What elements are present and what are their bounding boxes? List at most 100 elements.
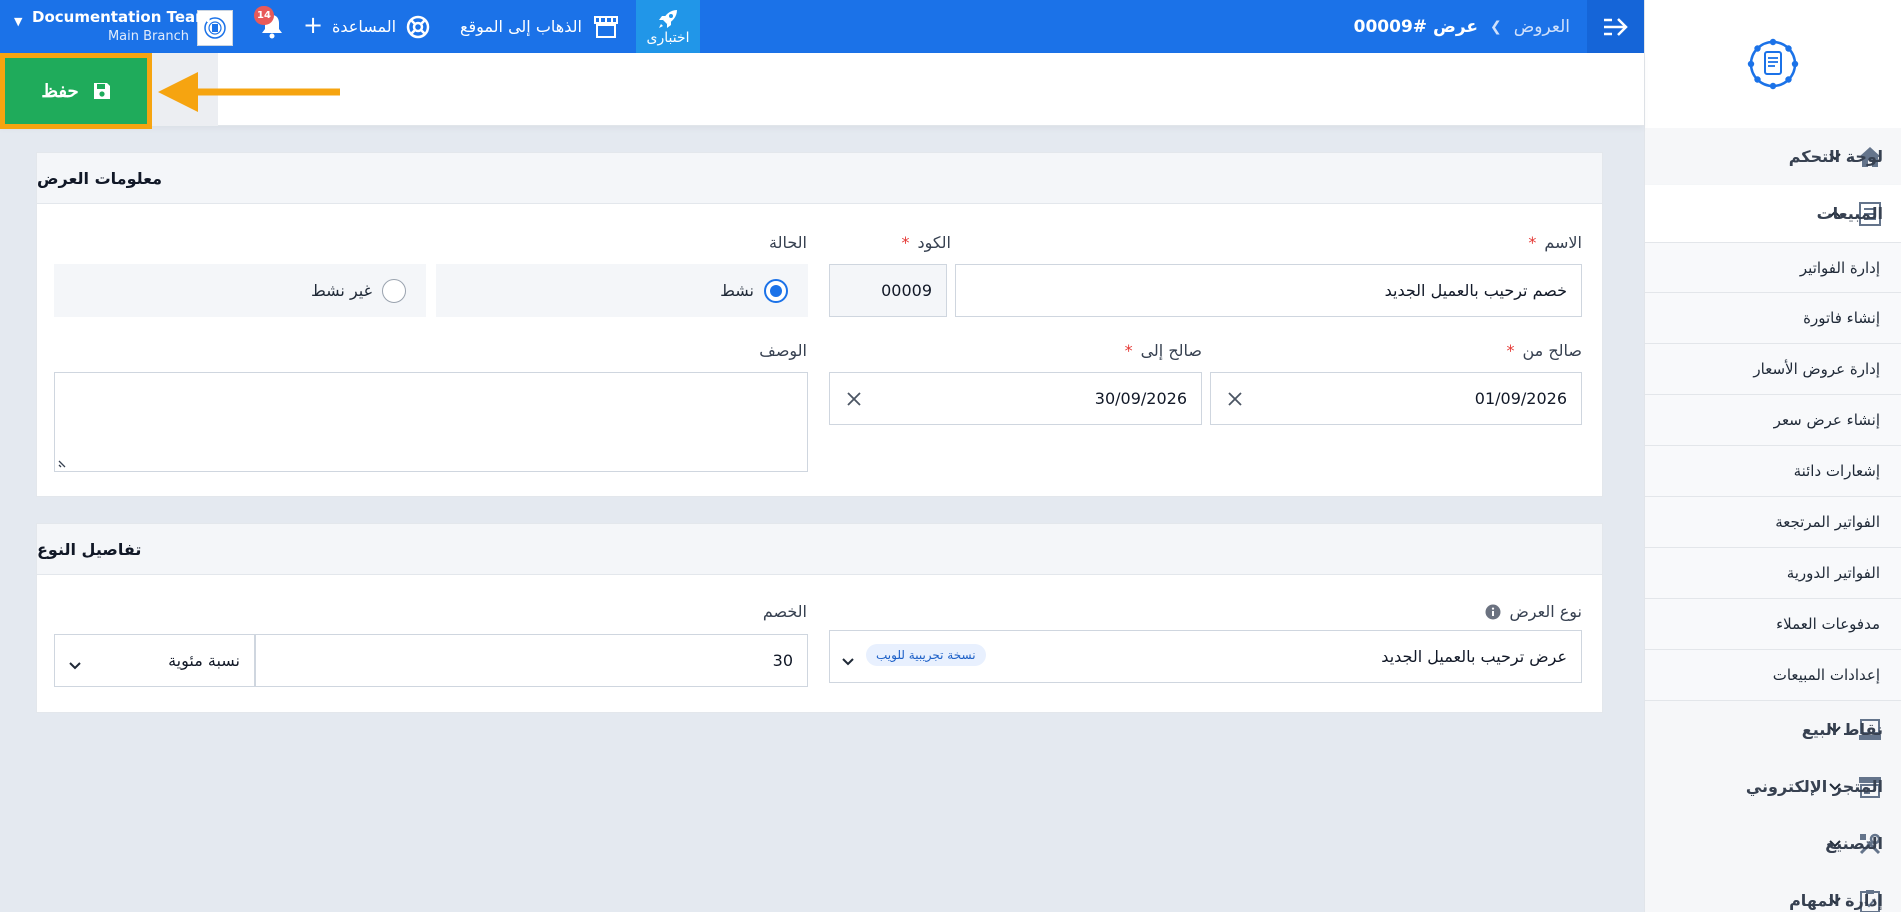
- breadcrumb: العروض ❯ عرض #00009: [1354, 0, 1570, 53]
- caret-down-icon: ▼: [14, 15, 23, 28]
- goto-site-label: الذهاب إلى الموقع: [460, 17, 582, 36]
- radio-checked-icon[interactable]: [764, 278, 788, 303]
- discount-value: 30: [772, 651, 793, 670]
- valid-from-label: صالح من *: [1507, 341, 1583, 360]
- top-bar: العروض ❯ عرض #00009 اختبارى الذهاب إلى ا…: [0, 0, 1644, 53]
- code-value: 00009: [881, 281, 932, 300]
- sidebar-item-label: لوحة التحكم: [1788, 147, 1883, 166]
- sidebar-item-sales[interactable]: المبيعات: [1645, 185, 1901, 242]
- chevron-left-icon: ❯: [1490, 18, 1502, 35]
- branch-name: Main Branch: [107, 29, 189, 44]
- status-active-option[interactable]: نشط: [436, 264, 808, 317]
- sidebar-item-label: التصنيع: [1825, 834, 1883, 853]
- sidebar-subitem-sales-settings[interactable]: إعدادات المبيعات: [1645, 650, 1901, 701]
- trial-button[interactable]: اختبارى: [636, 0, 700, 53]
- help-label: المساعدة: [332, 17, 397, 36]
- valid-from-input[interactable]: 01/09/2026: [1210, 372, 1582, 425]
- arrow-left-icon: [158, 72, 340, 112]
- notifications-badge: 14: [254, 6, 274, 25]
- sidebar-subitem-returned-invoices[interactable]: الفواتير المرتجعة: [1645, 497, 1901, 548]
- sidebar-subitem-create-invoice[interactable]: إنشاء فاتورة: [1645, 293, 1901, 344]
- required-asterisk: *: [1528, 233, 1537, 252]
- description-textarea[interactable]: [54, 372, 808, 472]
- lifebuoy-icon: [406, 15, 430, 39]
- save-label: حفظ: [41, 80, 79, 101]
- status-active-label: نشط: [720, 281, 754, 300]
- clear-icon[interactable]: [844, 389, 864, 409]
- account-name: Documentation Team: [32, 8, 211, 26]
- save-button[interactable]: حفظ: [0, 53, 152, 129]
- sidebar-subitem-manage-quotes[interactable]: إدارة عروض الأسعار: [1645, 344, 1901, 395]
- sidebar: لوحة التحكم المبيعات إدارة الفواتير إنشا…: [1644, 0, 1901, 912]
- offer-type-label-text: نوع العرض: [1509, 602, 1582, 621]
- toggle-sidebar-button[interactable]: [1587, 0, 1644, 53]
- plus-icon[interactable]: +: [303, 13, 323, 37]
- goto-site-link[interactable]: الذهاب إلى الموقع: [460, 0, 618, 53]
- discount-input[interactable]: 30: [255, 634, 808, 687]
- required-asterisk: *: [901, 233, 910, 252]
- valid-to-label: صالح إلى *: [1125, 341, 1202, 360]
- offer-type-label: نوع العرض: [1485, 602, 1582, 621]
- valid-to-value: 30/09/2026: [1094, 389, 1187, 408]
- account-switcher[interactable]: ▼ Documentation Team Main Branch: [14, 6, 211, 46]
- store-icon: [593, 15, 618, 38]
- required-asterisk: *: [1124, 341, 1133, 360]
- chevron-down-icon: [842, 651, 854, 670]
- valid-from-value: 01/09/2026: [1474, 389, 1567, 408]
- status-label: الحالة: [769, 233, 807, 252]
- help-menu[interactable]: المساعدة: [332, 0, 430, 53]
- offer-type-value: عرض ترحيب بالعميل الجديد: [1381, 647, 1567, 666]
- trial-label: اختبارى: [646, 29, 690, 46]
- breadcrumb-current: عرض #00009: [1353, 16, 1479, 37]
- sidebar-subitem-create-quote[interactable]: إنشاء عرض سعر: [1645, 395, 1901, 446]
- offer-type-select[interactable]: عرض ترحيب بالعميل الجديد نسخة تجريبية لل…: [829, 630, 1582, 683]
- code-label-text: الكود: [917, 233, 951, 252]
- chevron-down-icon: [69, 655, 81, 674]
- offer-info-title: معلومات العرض: [37, 153, 1602, 204]
- radio-unchecked-icon[interactable]: [382, 278, 406, 303]
- sidebar-item-pos[interactable]: نقاط البيع: [1645, 701, 1901, 758]
- sidebar-item-label: إدارة المهام: [1789, 891, 1883, 910]
- sidebar-item-label: المتجر الإلكتروني: [1745, 777, 1883, 796]
- rocket-icon: [657, 8, 679, 30]
- arrow-right-icon: [1603, 17, 1628, 36]
- name-label: الاسم *: [1528, 233, 1582, 252]
- sales-submenu: إدارة الفواتير إنشاء فاتورة إدارة عروض ا…: [1645, 242, 1901, 701]
- status-inactive-option[interactable]: غير نشط: [54, 264, 426, 317]
- sidebar-item-manufacturing[interactable]: التصنيع: [1645, 815, 1901, 872]
- discount-label: الخصم: [762, 602, 807, 621]
- name-value: خصم ترحيب بالعميل الجديد: [1384, 281, 1567, 300]
- sidebar-item-label: المبيعات: [1816, 204, 1883, 223]
- discount-unit-select[interactable]: نسبة مئوية: [54, 634, 255, 687]
- code-input[interactable]: 00009: [829, 264, 947, 317]
- app-logo[interactable]: [1645, 0, 1901, 128]
- name-label-text: الاسم: [1544, 233, 1582, 252]
- clear-icon[interactable]: [1225, 389, 1245, 409]
- info-icon[interactable]: [1485, 604, 1501, 620]
- type-details-card: تفاصيل النوع نوع العرض الخصم عرض ترحيب ب…: [36, 523, 1603, 713]
- resize-handle-icon[interactable]: [57, 459, 67, 469]
- sidebar-subitem-recurring-invoices[interactable]: الفواتير الدورية: [1645, 548, 1901, 599]
- sidebar-subitem-credit-notes[interactable]: إشعارات دائنة: [1645, 446, 1901, 497]
- status-inactive-label: غير نشط: [310, 281, 372, 300]
- sidebar-item-dashboard[interactable]: لوحة التحكم: [1645, 128, 1901, 185]
- invoice-logo-icon: [1747, 38, 1799, 90]
- breadcrumb-offers-link[interactable]: العروض: [1514, 17, 1570, 37]
- offer-info-card: معلومات العرض الاسم * الكود * الحالة خصم ت…: [36, 152, 1603, 497]
- sidebar-subitem-customer-payments[interactable]: مدفوعات العملاء: [1645, 599, 1901, 650]
- floppy-disk-icon: [93, 82, 111, 100]
- required-asterisk: *: [1506, 341, 1515, 360]
- web-trial-badge: نسخة تجريبية للويب: [866, 644, 986, 666]
- sidebar-subitem-manage-invoices[interactable]: إدارة الفواتير: [1645, 242, 1901, 293]
- valid-to-label-text: صالح إلى: [1140, 341, 1202, 360]
- type-details-title: تفاصيل النوع: [37, 524, 1602, 575]
- valid-from-label-text: صالح من: [1522, 341, 1583, 360]
- description-label: الوصف: [759, 341, 807, 360]
- valid-to-input[interactable]: 30/09/2026: [829, 372, 1202, 425]
- name-input[interactable]: خصم ترحيب بالعميل الجديد: [955, 264, 1582, 317]
- sidebar-item-label: نقاط البيع: [1801, 720, 1883, 739]
- discount-unit-value: نسبة مئوية: [168, 651, 240, 670]
- sidebar-item-task-management[interactable]: إدارة المهام: [1645, 872, 1901, 912]
- code-label: الكود *: [901, 233, 951, 252]
- sidebar-item-online-store[interactable]: المتجر الإلكتروني: [1645, 758, 1901, 815]
